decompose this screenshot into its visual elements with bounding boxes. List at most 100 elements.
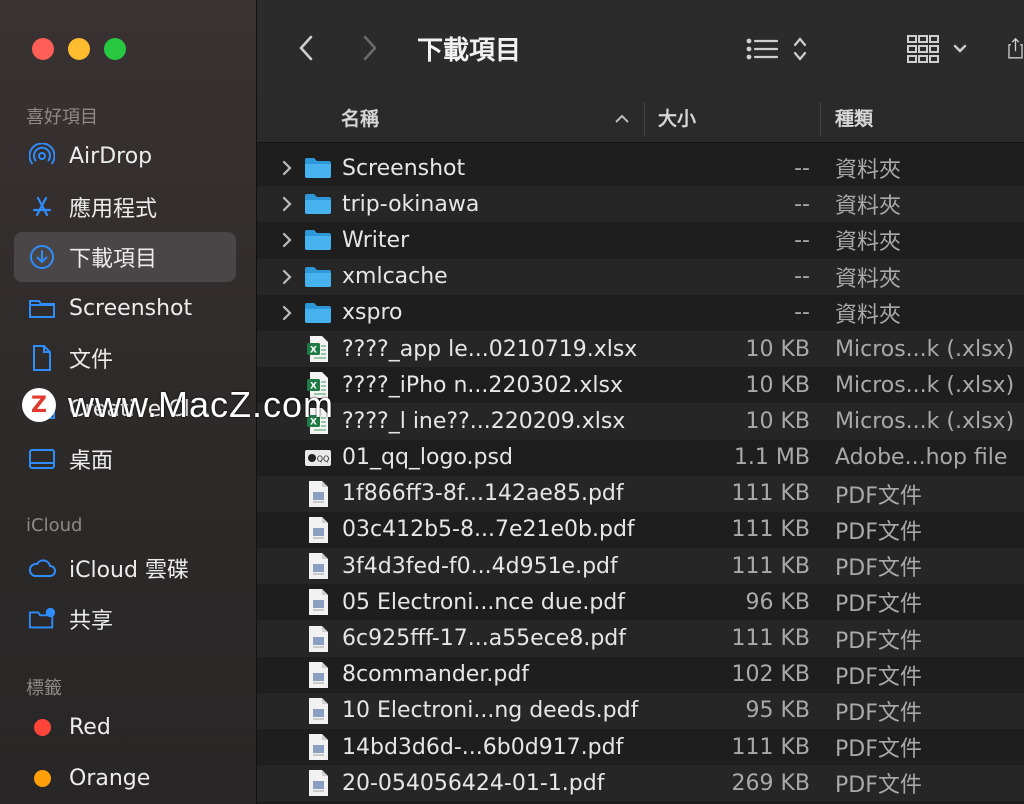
minimize-button[interactable] [68,38,90,60]
file-kind: PDF文件 [835,773,922,799]
sidebar-item-label: AirDrop [69,143,153,169]
file-name: Writer [342,227,410,253]
folder-icon [303,298,333,328]
disclosure-chevron-icon[interactable] [281,259,295,295]
file-size: -- [794,155,810,181]
file-row[interactable]: QQ 01_qq_logo.psd 1.1 MB Adobe...hop file [257,440,1024,476]
column-divider[interactable] [644,102,645,136]
column-kind-header[interactable]: 種類 [835,96,873,142]
file-size: 269 KB [731,770,810,796]
psd-file-icon: QQ [303,443,333,473]
file-row[interactable]: Screenshot -- 資料夾 [257,150,1024,186]
file-size: 111 KB [731,626,810,652]
chevron-left-icon [299,35,313,61]
pdf-file-icon [303,660,333,690]
sidebar-item-airdrop[interactable]: AirDrop [14,131,236,181]
file-name: 8commander.pdf [342,662,530,688]
file-row[interactable]: X ????_iPho n...220302.xlsx 10 KB Micros...… [257,367,1024,403]
file-size: -- [794,191,810,217]
file-row[interactable]: 10 Electroni...ng deeds.pdf 95 KB PDF文件 [257,692,1024,729]
disclosure-chevron-icon[interactable] [281,222,295,258]
file-name: ????_l ine??...220209.xlsx [342,408,626,434]
folder-icon [303,225,333,255]
file-row[interactable]: 3f4d3fed-f0...4d951e.pdf 111 KB PDF文件 [257,548,1024,585]
file-kind: Micros...k (.xlsx) [835,372,1015,398]
downloads-icon [28,243,56,271]
red-tag-icon [28,713,56,741]
file-row[interactable]: 03c412b5-8...7e21e0b.pdf 111 KB PDF文件 [257,512,1024,548]
sidebar-item-icloud-drive[interactable]: iCloud 雲碟 [14,543,236,593]
file-kind: 資料夾 [835,230,902,256]
zoom-button[interactable] [104,38,126,60]
pdf-file-icon [303,587,333,617]
traffic-lights [32,38,126,60]
file-row[interactable]: 05 Electroni...nce due.pdf 96 KB PDF文件 [257,584,1024,620]
file-row[interactable]: 1f866ff3-8f...142ae85.pdf 111 KB PDF文件 [257,475,1024,512]
file-row[interactable]: xspro -- 資料夾 [257,295,1024,331]
sort-button[interactable] [745,32,811,66]
file-row[interactable]: trip-okinawa -- 資料夾 [257,186,1024,223]
sidebar-item-downloads[interactable]: 下載項目 [14,232,236,282]
file-name: 14bd3d6d-...6b0d917.pdf [342,734,624,760]
sidebar-item-documents[interactable]: 文件 [14,333,236,383]
column-divider[interactable] [820,102,821,136]
file-row[interactable]: X ????_l ine??...220209.xlsx 10 KB Micros..… [257,403,1024,440]
file-row[interactable]: X ????_app le...0210719.xlsx 10 KB Micros..… [257,330,1024,368]
applications-icon [28,193,56,221]
sidebar-item-tag-red[interactable]: Red [14,702,236,752]
disclosure-chevron-icon[interactable] [281,150,295,186]
folder-icon [303,153,333,183]
close-button[interactable] [32,38,54,60]
file-row[interactable]: 20-054056424-01-1.pdf 269 KB PDF文件 [257,765,1024,802]
sidebar-item-label: Orange [69,765,151,791]
file-kind: 資料夾 [835,194,902,220]
pdf-file-icon [303,768,333,798]
list-sort-icon [746,37,807,61]
file-size: 111 KB [731,734,810,760]
file-name: 20-054056424-01-1.pdf [342,770,605,796]
forward-button[interactable] [357,30,383,66]
disclosure-chevron-icon[interactable] [281,295,295,331]
disclosure-chevron-icon[interactable] [281,186,295,222]
file-kind: 資料夾 [835,302,902,328]
sidebar-item-label: 桌面 [69,449,114,474]
column-size-header[interactable]: 大小 [658,96,696,142]
watermark: Z www.MacZ.com [22,384,334,426]
file-kind: 資料夾 [835,158,902,184]
share-button[interactable] [1007,30,1024,66]
file-name: 1f866ff3-8f...142ae85.pdf [342,481,624,507]
excel-file-icon: X [303,334,333,364]
sidebar-item-screenshot[interactable]: Screenshot [14,283,236,333]
file-name: 03c412b5-8...7e21e0b.pdf [342,517,635,543]
file-row[interactable]: 14bd3d6d-...6b0d917.pdf 111 KB PDF文件 [257,729,1024,765]
file-name: xmlcache [342,264,448,290]
sidebar-item-shared[interactable]: 共享 [14,594,236,644]
sidebar-item-label: 共享 [69,609,114,634]
sidebar-item-label: Red [69,714,111,740]
sidebar-item-desktop[interactable]: 桌面 [14,434,236,484]
file-size: 10 KB [745,408,810,434]
cloud-icon [28,554,56,582]
pdf-file-icon [303,732,333,762]
file-row[interactable]: Writer -- 資料夾 [257,222,1024,258]
view-options-button[interactable] [905,30,971,68]
file-row[interactable]: 8commander.pdf 102 KB PDF文件 [257,657,1024,693]
file-size: 111 KB [731,517,810,543]
sidebar-item-applications[interactable]: 應用程式 [14,182,236,232]
file-name: 01_qq_logo.psd [342,445,513,471]
file-size: 111 KB [731,481,810,507]
file-kind: PDF文件 [835,556,922,582]
file-kind: PDF文件 [835,592,922,618]
window-title: 下載項目 [417,36,522,66]
back-button[interactable] [293,30,319,66]
file-row[interactable]: 6c925fff-17...a55ece8.pdf 111 KB PDF文件 [257,620,1024,657]
column-name-header[interactable]: 名稱 [341,96,379,142]
folder-icon [303,189,333,219]
sidebar-item-tag-orange[interactable]: Orange [14,753,236,803]
file-name: ????_iPho n...220302.xlsx [342,372,623,398]
file-size: -- [794,300,810,326]
file-name: 6c925fff-17...a55ece8.pdf [342,626,627,652]
file-size: 111 KB [731,553,810,579]
file-row[interactable]: xmlcache -- 資料夾 [257,258,1024,295]
file-name: trip-okinawa [342,191,480,217]
